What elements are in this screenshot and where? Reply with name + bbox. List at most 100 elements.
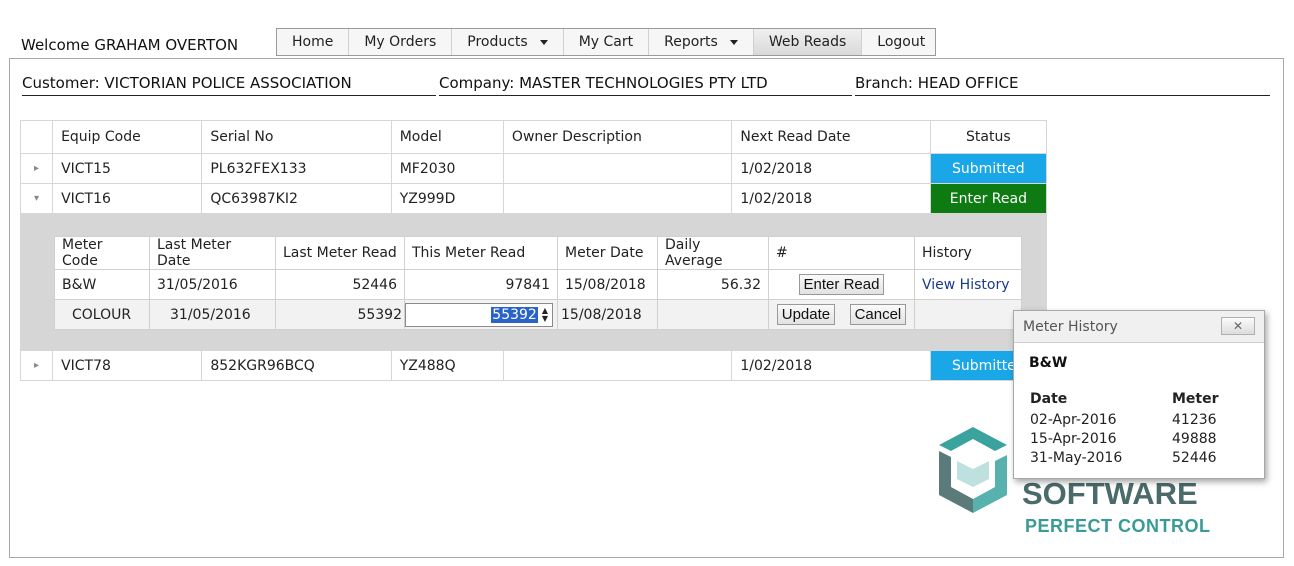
meter-detail-panel: Meter Code Last Meter Date Last Meter Re… xyxy=(20,213,1047,351)
header-this-meter-read: This Meter Read xyxy=(404,236,558,270)
table-row: COLOUR 31/05/2016 55392 55392 ▲ ▼ 15/08/2… xyxy=(54,299,1022,330)
status-badge[interactable]: Enter Read xyxy=(929,183,1048,214)
main-nav: Home My Orders Products My Cart Reports … xyxy=(276,28,936,56)
logo-tagline: PERFECT CONTROL xyxy=(1025,516,1211,536)
history-meter: 49888 xyxy=(1172,430,1217,447)
serial-no: PL632FEX133 xyxy=(201,153,392,184)
history-header-meter: Meter xyxy=(1172,391,1219,407)
history-cell: View History xyxy=(914,269,1022,300)
expand-arrow-icon[interactable]: ▸ xyxy=(19,153,54,184)
owner-description xyxy=(502,183,733,214)
table-row: ▾ VICT16 QC63987KI2 YZ999D 1/02/2018 Ent… xyxy=(19,183,1048,214)
header-serial-no[interactable]: Serial No xyxy=(201,120,392,154)
nav-my-cart-label: My Cart xyxy=(578,34,634,50)
header-next-read-date[interactable]: Next Read Date xyxy=(731,120,931,154)
list-item: 31-May-2016 52446 xyxy=(1030,448,1219,467)
next-read-date: 1/02/2018 xyxy=(731,183,931,214)
spinner-arrows-icon[interactable]: ▲ ▼ xyxy=(542,306,548,323)
serial-no: QC63987KI2 xyxy=(201,183,392,214)
meter-read-stepper[interactable]: 55392 ▲ ▼ xyxy=(405,302,553,327)
history-date: 15-Apr-2016 xyxy=(1030,430,1117,447)
expand-header xyxy=(19,120,54,154)
header-hash: # xyxy=(768,236,915,270)
company-field: Company: MASTER TECHNOLOGIES PTY LTD xyxy=(439,74,852,96)
nav-my-orders[interactable]: My Orders xyxy=(349,29,453,55)
logo-wordmark: SOFTWARE xyxy=(1022,476,1198,511)
popup-meter-name: B&W xyxy=(1029,355,1068,371)
history-meter: 41236 xyxy=(1172,411,1217,428)
status-badge[interactable]: Submitted xyxy=(929,153,1048,184)
last-meter-read: 55392 xyxy=(275,299,405,330)
meter-date: 15/08/2018 xyxy=(557,269,658,300)
equip-code: VICT16 xyxy=(52,183,203,214)
header-meter-code: Meter Code xyxy=(54,236,150,270)
header-owner-description[interactable]: Owner Description xyxy=(502,120,733,154)
equip-code: VICT78 xyxy=(52,350,203,381)
header-model[interactable]: Model xyxy=(390,120,504,154)
header-equip-code[interactable]: Equip Code xyxy=(52,120,203,154)
history-header-date: Date xyxy=(1030,391,1068,407)
close-icon[interactable]: ✕ xyxy=(1221,317,1255,335)
nav-web-reads[interactable]: Web Reads xyxy=(753,29,863,55)
equipment-table: Equip Code Serial No Model Owner Descrip… xyxy=(19,120,1048,381)
nav-home[interactable]: Home xyxy=(277,29,350,55)
nav-my-cart[interactable]: My Cart xyxy=(564,29,650,55)
enter-read-button[interactable]: Enter Read xyxy=(798,274,885,295)
list-item: 02-Apr-2016 41236 xyxy=(1030,410,1219,429)
header-status[interactable]: Status xyxy=(929,120,1048,154)
history-table: Date Meter 02-Apr-2016 41236 15-Apr-2016… xyxy=(1030,391,1219,467)
meter-date: 15/08/2018 xyxy=(557,299,658,330)
history-cell xyxy=(914,299,1022,330)
last-meter-read: 52446 xyxy=(275,269,405,300)
equip-code: VICT15 xyxy=(52,153,203,184)
equipment-header-row: Equip Code Serial No Model Owner Descrip… xyxy=(19,120,1048,154)
model: YZ999D xyxy=(390,183,504,214)
meter-read-value: 55392 xyxy=(491,306,538,323)
this-meter-read-cell: 55392 ▲ ▼ xyxy=(404,299,558,330)
this-meter-read: 97841 xyxy=(404,269,558,300)
edit-actions-cell: Update Cancel xyxy=(768,299,915,330)
nav-logout-label: Logout xyxy=(877,34,926,50)
detail-row: Meter Code Last Meter Date Last Meter Re… xyxy=(20,213,1047,351)
model: MF2030 xyxy=(390,153,504,184)
nav-logout[interactable]: Logout xyxy=(862,29,940,55)
next-read-date: 1/02/2018 xyxy=(731,350,931,381)
branch-field: Branch: HEAD OFFICE xyxy=(855,74,1270,96)
header-last-meter-date: Last Meter Date xyxy=(149,236,276,270)
nav-web-reads-label: Web Reads xyxy=(768,34,847,50)
collapse-arrow-icon[interactable]: ▾ xyxy=(19,183,54,214)
last-meter-date: 31/05/2016 xyxy=(149,269,276,300)
list-item: 15-Apr-2016 49888 xyxy=(1030,429,1219,448)
update-button[interactable]: Update xyxy=(776,304,836,325)
meter-table: Meter Code Last Meter Date Last Meter Re… xyxy=(54,236,1022,330)
meter-history-popup: Meter History ✕ B&W Date Meter 02-Apr-20… xyxy=(1013,310,1265,479)
meter-code: COLOUR xyxy=(54,299,150,330)
header-history: History xyxy=(914,236,1022,270)
view-history-link[interactable]: View History xyxy=(922,277,1009,293)
daily-average: 56.32 xyxy=(657,269,769,300)
history-header-row: Date Meter xyxy=(1030,391,1219,410)
header-daily-average: Daily Average xyxy=(657,236,769,270)
history-meter: 52446 xyxy=(1172,449,1217,466)
next-read-date: 1/02/2018 xyxy=(731,153,931,184)
nav-home-label: Home xyxy=(292,34,334,50)
daily-average xyxy=(657,299,769,330)
expand-arrow-icon[interactable]: ▸ xyxy=(19,350,54,381)
table-row: ▸ VICT15 PL632FEX133 MF2030 1/02/2018 Su… xyxy=(19,153,1048,184)
table-row: B&W 31/05/2016 52446 97841 15/08/2018 56… xyxy=(54,269,1022,300)
nav-products[interactable]: Products xyxy=(452,29,564,55)
chevron-down-icon xyxy=(539,39,548,45)
nav-reports[interactable]: Reports xyxy=(649,29,754,55)
history-date: 02-Apr-2016 xyxy=(1030,411,1117,428)
nav-my-orders-label: My Orders xyxy=(364,34,437,50)
cancel-button[interactable]: Cancel xyxy=(849,304,907,325)
popup-titlebar: Meter History ✕ xyxy=(1014,311,1264,343)
chevron-down-icon xyxy=(729,39,738,45)
history-date: 31-May-2016 xyxy=(1030,449,1123,466)
nav-reports-label: Reports xyxy=(664,34,718,50)
software-logo-icon xyxy=(939,427,1007,513)
model: YZ488Q xyxy=(390,350,504,381)
header-meter-date: Meter Date xyxy=(557,236,658,270)
serial-no: 852KGR96BCQ xyxy=(201,350,392,381)
nav-products-label: Products xyxy=(467,34,528,50)
